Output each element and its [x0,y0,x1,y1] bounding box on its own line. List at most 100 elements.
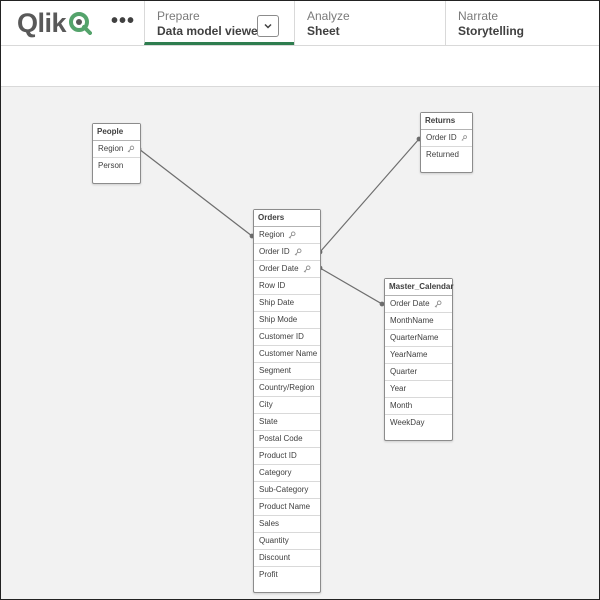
field-label: Product Name [259,502,311,511]
tab-prepare-subtitle: Data model viewer [157,24,263,38]
field-label: State [259,417,278,426]
field-label: Profit [259,570,278,579]
field-label: Region [98,144,124,153]
field-row-orders[interactable]: Product ID [254,448,320,465]
field-row-orders[interactable]: Row ID [254,278,320,295]
field-label: YearName [390,350,428,359]
app-window: Qlik ••• Prepare Data model viewer Analy… [0,0,600,600]
field-label: Product ID [259,451,297,460]
prepare-dropdown-button[interactable] [257,15,279,37]
field-row-orders[interactable]: Order ID [254,244,320,261]
table-master-calendar-empty-row [385,431,452,440]
field-label: WeekDay [390,418,425,427]
table-people-empty-row [93,174,140,183]
field-label: Postal Code [259,434,303,443]
toolbar [1,46,599,87]
field-label: Month [390,401,413,410]
table-master-calendar[interactable]: Master_Calendar Order Date MonthName Quart… [384,278,453,441]
field-row-orders[interactable]: Sub-Category [254,482,320,499]
tab-prepare-title: Prepare [157,9,200,23]
key-icon [294,248,302,256]
field-row-orders[interactable]: Customer ID [254,329,320,346]
field-label: Segment [259,366,292,375]
key-icon [303,265,311,273]
field-row-orders[interactable]: Product Name [254,499,320,516]
field-row-orders[interactable]: Region [254,227,320,244]
field-label: Customer ID [259,332,304,341]
field-row-master-calendar[interactable]: WeekDay [385,415,452,431]
field-row-orders[interactable]: Quantity [254,533,320,550]
field-row-master-calendar[interactable]: Order Date [385,296,452,313]
field-row-orders[interactable]: Discount [254,550,320,567]
field-label: Order ID [259,247,290,256]
field-label: Person [98,161,124,170]
field-row-master-calendar[interactable]: Quarter [385,364,452,381]
field-row-orders[interactable]: Category [254,465,320,482]
field-row-orders[interactable]: Sales [254,516,320,533]
field-row-master-calendar[interactable]: Month [385,398,452,415]
tab-narrate-subtitle: Storytelling [458,24,525,38]
field-label: Ship Date [259,298,295,307]
field-label: Quantity [259,536,289,545]
table-master-calendar-title: Master_Calendar [385,279,453,296]
table-returns-empty-row [421,163,472,172]
field-row-people[interactable]: Person [93,158,140,174]
field-row-master-calendar[interactable]: Year [385,381,452,398]
chevron-down-icon [264,23,272,29]
table-returns-title: Returns [421,113,472,130]
field-label: Quarter [390,367,418,376]
field-row-orders[interactable]: City [254,397,320,414]
tab-prepare[interactable]: Prepare Data model viewer [144,1,294,45]
table-people-title: People [93,124,140,141]
field-row-orders[interactable]: Postal Code [254,431,320,448]
field-row-orders[interactable]: Country/Region [254,380,320,397]
tab-analyze[interactable]: Analyze Sheet [294,1,445,45]
table-people[interactable]: People Region Person [92,123,141,184]
field-row-orders[interactable]: Segment [254,363,320,380]
field-label: MonthName [390,316,434,325]
tab-narrate-title: Narrate [458,9,499,23]
table-orders[interactable]: Orders Region Order ID Order Date Row ID Shi… [253,209,321,593]
field-row-orders[interactable]: Ship Mode [254,312,320,329]
tab-analyze-title: Analyze [307,9,350,23]
field-label: Sub-Category [259,485,309,494]
field-label: Region [259,230,285,239]
field-label: Customer Name [259,349,318,358]
field-row-orders[interactable]: Customer Name [254,346,320,363]
tab-analyze-subtitle: Sheet [307,24,340,38]
field-row-orders[interactable]: Ship Date [254,295,320,312]
key-icon [289,231,296,239]
field-label: Order Date [259,264,299,273]
more-menu-icon[interactable]: ••• [111,11,134,33]
field-row-master-calendar[interactable]: YearName [385,347,452,364]
field-row-orders[interactable]: Profit [254,567,320,583]
field-label: Sales [259,519,280,528]
field-label: Discount [259,553,291,562]
field-label: Country/Region [259,383,315,392]
key-icon [434,300,442,308]
tab-narrate[interactable]: Narrate Storytelling [445,1,599,45]
table-returns[interactable]: Returns Order ID Returned [420,112,473,173]
field-label: Order ID [426,133,457,142]
table-orders-title: Orders [254,210,320,227]
field-label: City [259,400,273,409]
field-row-orders[interactable]: State [254,414,320,431]
logo-text: Qlik [17,7,67,38]
field-label: Category [259,468,292,477]
field-row-master-calendar[interactable]: QuarterName [385,330,452,347]
field-row-people[interactable]: Region [93,141,140,158]
field-row-orders[interactable]: Order Date [254,261,320,278]
key-icon [461,135,467,141]
top-bar: Qlik ••• Prepare Data model viewer Analy… [1,1,599,46]
field-label: Order Date [390,299,430,308]
field-row-master-calendar[interactable]: MonthName [385,313,452,330]
logo-q-icon [68,11,93,35]
field-row-returns[interactable]: Returned [421,147,472,163]
field-label: Returned [426,150,459,159]
key-icon [127,145,135,153]
field-row-returns[interactable]: Order ID [421,130,472,147]
field-label: Year [390,384,407,393]
table-orders-empty-row [254,583,320,592]
field-label: Row ID [259,281,286,290]
qlik-logo[interactable]: Qlik [17,7,93,38]
